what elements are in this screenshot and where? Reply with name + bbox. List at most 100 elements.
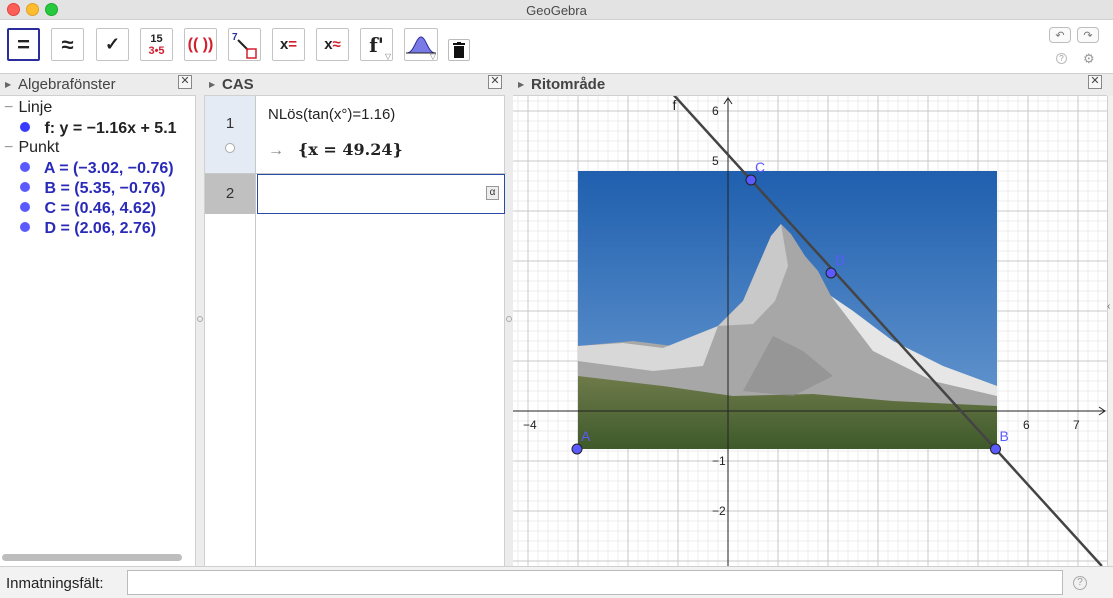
substitute-icon: 7	[232, 32, 257, 59]
expand-tool[interactable]: (( ))	[184, 28, 217, 61]
cas-cell-output: → {x = 49.24}	[268, 140, 403, 160]
solve-numerically-tool[interactable]: x≈	[316, 28, 349, 61]
visibility-dot-icon[interactable]	[20, 161, 30, 172]
expand-icon: (( ))	[187, 35, 214, 53]
expand-chevron-icon[interactable]: ‹	[1107, 301, 1110, 312]
evaluate-icon: =	[17, 31, 30, 57]
algebra-item-text: A = (−3.02, −0.76)	[43, 160, 174, 177]
cas-output-value: {x = 49.24}	[298, 140, 403, 159]
y-tick-label: 5	[712, 154, 719, 168]
substitute-number: 7	[232, 32, 238, 43]
evaluate-tool[interactable]: =	[7, 28, 40, 61]
algebra-view: − Linje f: y = −1.16x + 5.1 − Punkt A = …	[0, 96, 196, 566]
probability-tool[interactable]: ▽	[404, 28, 438, 61]
algebra-title: Algebrafönster	[18, 76, 116, 93]
visibility-dot-icon[interactable]	[20, 201, 30, 212]
check-icon: ✓	[104, 34, 121, 54]
cas-row-number-text: 2	[225, 185, 235, 202]
cas-header: ▶ CAS	[204, 74, 505, 96]
graphics-close-button[interactable]: ✕	[1088, 75, 1102, 89]
algebra-item-A[interactable]: A = (−3.02, −0.76)	[20, 160, 174, 178]
collapse-triangle-icon[interactable]: ▶	[518, 80, 524, 89]
point-A	[571, 443, 583, 455]
input-bar: Inmatningsfält: ?	[0, 566, 1113, 598]
split-grip-icon[interactable]	[197, 316, 203, 322]
cas-title: CAS	[222, 76, 254, 93]
cas-cell-input[interactable]: NLös(tan(x°)=1.16)	[268, 106, 395, 123]
algebra-item-B[interactable]: B = (5.35, −0.76)	[20, 180, 165, 198]
factor-tool[interactable]: 15 3•5	[140, 28, 173, 61]
line-f-label: f	[672, 97, 676, 113]
cas-gutter	[205, 214, 256, 566]
algebra-item-text: D = (2.06, 2.76)	[44, 220, 157, 237]
collapse-icon[interactable]: −	[4, 99, 14, 117]
input-label: Inmatningsfält:	[6, 575, 104, 592]
gear-icon[interactable]: ⚙	[1083, 51, 1095, 67]
visibility-dot-icon[interactable]	[20, 221, 30, 232]
substitute-tool[interactable]: 7	[228, 28, 261, 61]
split-grip-icon[interactable]	[506, 316, 512, 322]
solve-icon: x=	[279, 36, 298, 53]
nsolve-icon: x≈	[324, 36, 341, 53]
graphics-title: Ritområde	[531, 76, 606, 93]
output-arrow-icon: →	[268, 142, 284, 159]
graphics-canvas[interactable]: −4 6 7 6 5 −1 −2 f A B C D	[513, 96, 1107, 566]
cas-row-number[interactable]: 2	[205, 174, 256, 214]
keep-input-tool[interactable]: ✓	[96, 28, 129, 61]
numeric-tool[interactable]: ≈	[51, 28, 84, 61]
point-label-A: A	[581, 428, 591, 444]
help-icon[interactable]: ?	[1056, 53, 1067, 64]
group-label: Linje	[18, 99, 53, 116]
group-label: Punkt	[18, 139, 60, 156]
help-icon[interactable]: ?	[1073, 576, 1087, 590]
graphics-header: ▶ Ritområde	[513, 74, 1107, 96]
point-C	[745, 174, 757, 186]
y-tick-label: −1	[712, 454, 726, 468]
algebra-header: ▶ Algebrafönster	[0, 74, 196, 96]
background-photo[interactable]	[578, 171, 997, 449]
solve-tool[interactable]: x=	[272, 28, 305, 61]
collapse-triangle-icon[interactable]: ▶	[209, 80, 215, 89]
algebra-item-D[interactable]: D = (2.06, 2.76)	[20, 220, 156, 238]
algebra-item-C[interactable]: C = (0.46, 4.62)	[20, 200, 156, 218]
collapse-icon[interactable]: −	[4, 139, 14, 157]
alpha-keyboard-button[interactable]: α	[486, 186, 499, 200]
algebra-item-f[interactable]: f: y = −1.16x + 5.1	[20, 120, 177, 138]
group-linje[interactable]: − Linje	[4, 99, 52, 117]
graph-toggle-circle-icon[interactable]	[225, 143, 235, 153]
dropdown-chevron-icon: ▽	[429, 52, 436, 61]
derivative-icon: f'	[369, 32, 384, 57]
input-field[interactable]	[127, 570, 1063, 595]
horizontal-scrollbar[interactable]	[2, 554, 182, 561]
graphics-view[interactable]: −4 6 7 6 5 −1 −2 f A B C D	[513, 96, 1107, 566]
cas-row-number[interactable]: 1	[205, 96, 256, 174]
derivative-tool[interactable]: f' ▽	[360, 28, 393, 61]
algebra-close-button[interactable]: ✕	[178, 75, 192, 89]
factor-top-label: 15	[150, 32, 163, 45]
visibility-dot-icon[interactable]	[20, 181, 30, 192]
visibility-dot-icon[interactable]	[20, 121, 30, 132]
approx-icon: ≈	[61, 31, 74, 57]
undo-button[interactable]: ↶	[1049, 27, 1071, 43]
y-tick-label: −2	[712, 504, 726, 518]
title-bar: GeoGebra	[0, 0, 1113, 20]
x-tick-label: −4	[523, 418, 537, 432]
algebra-item-text: C = (0.46, 4.62)	[44, 200, 157, 217]
point-label-C: C	[755, 159, 765, 175]
delete-tool[interactable]	[448, 39, 470, 61]
right-edge-panel: ‹	[1107, 96, 1113, 566]
collapse-triangle-icon[interactable]: ▶	[5, 80, 11, 89]
cas-row-number-text: 1	[225, 115, 235, 132]
cas-close-button[interactable]: ✕	[488, 75, 502, 89]
point-label-B: B	[1000, 428, 1009, 444]
cas-view: 1 NLös(tan(x°)=1.16) → {x = 49.24} 2 α	[204, 96, 506, 566]
x-tick-label: 7	[1073, 418, 1080, 432]
algebra-item-text: B = (5.35, −0.76)	[44, 180, 166, 197]
window-title: GeoGebra	[526, 3, 587, 18]
cas-input-cell[interactable]: α	[257, 174, 505, 214]
group-punkt[interactable]: − Punkt	[4, 139, 59, 157]
point-B	[990, 443, 1001, 455]
point-label-D: D	[835, 252, 845, 268]
redo-button[interactable]: ↷	[1077, 27, 1099, 43]
trash-icon	[453, 42, 465, 58]
